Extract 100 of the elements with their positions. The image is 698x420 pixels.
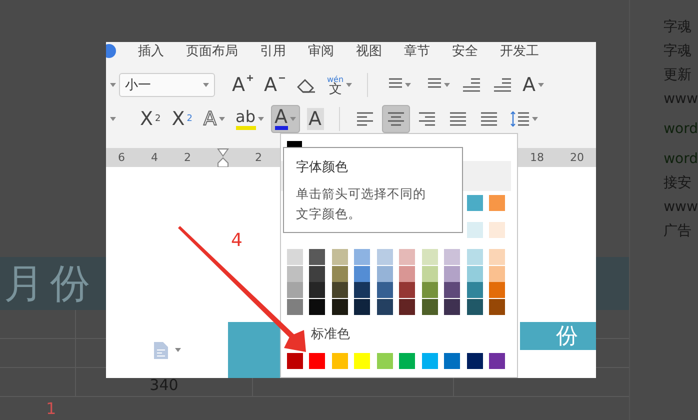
- color-swatch[interactable]: [399, 298, 416, 314]
- color-swatch[interactable]: [399, 249, 416, 265]
- color-swatch[interactable]: [422, 249, 438, 265]
- color-swatch[interactable]: [286, 282, 303, 298]
- grow-button[interactable]: A: [228, 71, 257, 99]
- pinyin-button[interactable]: wén 文: [323, 71, 356, 99]
- caret-icon[interactable]: [346, 83, 352, 87]
- color-swatch[interactable]: [309, 249, 326, 265]
- align-center-icon: [386, 110, 406, 128]
- table-title: 月份: [4, 260, 96, 309]
- color-swatch[interactable]: [332, 282, 348, 298]
- color-swatch[interactable]: [466, 353, 483, 369]
- color-swatch[interactable]: [399, 266, 416, 282]
- plus-icon: [247, 75, 253, 81]
- color-swatch[interactable]: [489, 249, 505, 265]
- align-center-button[interactable]: [382, 105, 410, 133]
- superscript-button[interactable]: X$^{2}$: [136, 105, 165, 133]
- ribbon-tab[interactable]: 视图: [356, 42, 382, 60]
- color-swatch[interactable]: [489, 266, 505, 282]
- caret-icon[interactable]: [175, 348, 181, 352]
- color-swatch[interactable]: [332, 298, 348, 314]
- color-swatch[interactable]: [286, 298, 303, 314]
- color-swatch[interactable]: [422, 353, 438, 369]
- color-swatch[interactable]: [376, 298, 393, 314]
- color-swatch[interactable]: [332, 249, 348, 265]
- ribbon-tab[interactable]: 章节: [404, 42, 430, 60]
- caret-icon[interactable]: [110, 117, 116, 121]
- color-swatch[interactable]: [444, 298, 460, 314]
- color-swatch[interactable]: [286, 353, 303, 369]
- color-swatch[interactable]: [354, 353, 370, 369]
- color-swatch[interactable]: [332, 353, 348, 369]
- font-size-field[interactable]: 小一: [119, 73, 215, 97]
- color-swatch[interactable]: [422, 282, 438, 298]
- color-swatch[interactable]: [489, 298, 505, 314]
- color-swatch[interactable]: [489, 195, 505, 211]
- caret-icon[interactable]: [110, 83, 116, 87]
- color-swatch[interactable]: [376, 249, 393, 265]
- color-swatch[interactable]: [376, 266, 393, 282]
- color-swatch[interactable]: [309, 353, 326, 369]
- ribbon-tab[interactable]: 插入: [138, 42, 164, 60]
- color-swatch[interactable]: [376, 282, 393, 298]
- color-swatch[interactable]: [466, 195, 482, 211]
- color-swatch[interactable]: [489, 222, 505, 238]
- color-swatch[interactable]: [399, 282, 416, 298]
- color-swatch[interactable]: [309, 298, 326, 314]
- color-swatch[interactable]: [399, 353, 416, 369]
- tooltip-text: 单击箭头可选择不同的文字颜色。: [296, 185, 426, 223]
- color-swatch[interactable]: [354, 282, 370, 298]
- caret-icon[interactable]: [538, 83, 544, 87]
- color-swatch[interactable]: [422, 298, 438, 314]
- tooltip-title: 字体颜色: [296, 159, 349, 176]
- ribbon-tab[interactable]: 安全: [452, 42, 478, 60]
- line-spacing-icon: [510, 110, 530, 128]
- shrink-button[interactable]: A: [260, 71, 289, 99]
- distribute-icon: [478, 110, 498, 128]
- caret-icon[interactable]: [532, 117, 538, 121]
- color-swatch[interactable]: [354, 266, 370, 282]
- caret-icon[interactable]: [218, 117, 225, 121]
- color-swatch[interactable]: [489, 353, 505, 369]
- ribbon-tab[interactable]: 引用: [260, 42, 286, 60]
- color-swatch[interactable]: [444, 249, 460, 265]
- color-swatch[interactable]: [286, 266, 303, 282]
- color-swatch[interactable]: [466, 222, 482, 238]
- indent-marker-icon[interactable]: [217, 148, 229, 167]
- color-swatch[interactable]: [466, 249, 483, 265]
- color-swatch[interactable]: [376, 353, 393, 369]
- heading-text: 份: [556, 323, 578, 351]
- caret-icon[interactable]: [444, 83, 450, 87]
- align-left-icon: [354, 110, 374, 128]
- color-swatch[interactable]: [309, 282, 326, 298]
- caret-icon[interactable]: [404, 83, 411, 87]
- ribbon-tab[interactable]: 审阅: [308, 42, 334, 60]
- ribbon-tab[interactable]: 开发工: [500, 42, 539, 60]
- ruler-number: 18: [530, 151, 544, 164]
- ruler-number: 4: [151, 151, 158, 164]
- indent-icon: [492, 76, 512, 94]
- annotation-number: 4: [231, 230, 242, 251]
- color-swatch[interactable]: [444, 282, 460, 298]
- caret-icon[interactable]: [203, 83, 209, 87]
- font-color-button[interactable]: A: [270, 105, 300, 133]
- color-swatch[interactable]: [422, 266, 438, 282]
- caret-icon[interactable]: [258, 117, 264, 121]
- color-swatch[interactable]: [466, 298, 483, 314]
- highlight-button[interactable]: ab: [232, 105, 268, 133]
- color-swatch[interactable]: [444, 266, 460, 282]
- color-swatch[interactable]: [466, 266, 483, 282]
- justify-icon: [448, 110, 468, 128]
- color-swatch[interactable]: [489, 282, 505, 298]
- color-swatch[interactable]: [309, 266, 326, 282]
- color-swatch[interactable]: [444, 353, 460, 369]
- caret-icon[interactable]: [290, 117, 296, 121]
- color-swatch[interactable]: [332, 266, 348, 282]
- spacing-button[interactable]: A: [518, 71, 548, 99]
- color-swatch[interactable]: [286, 249, 303, 265]
- color-swatch[interactable]: [466, 282, 483, 298]
- section-label: 标准色: [311, 326, 351, 343]
- color-swatch[interactable]: [354, 298, 370, 314]
- ribbon-tab[interactable]: 页面布局: [186, 42, 238, 60]
- app-logo-icon[interactable]: [106, 44, 116, 58]
- color-swatch[interactable]: [354, 249, 370, 265]
